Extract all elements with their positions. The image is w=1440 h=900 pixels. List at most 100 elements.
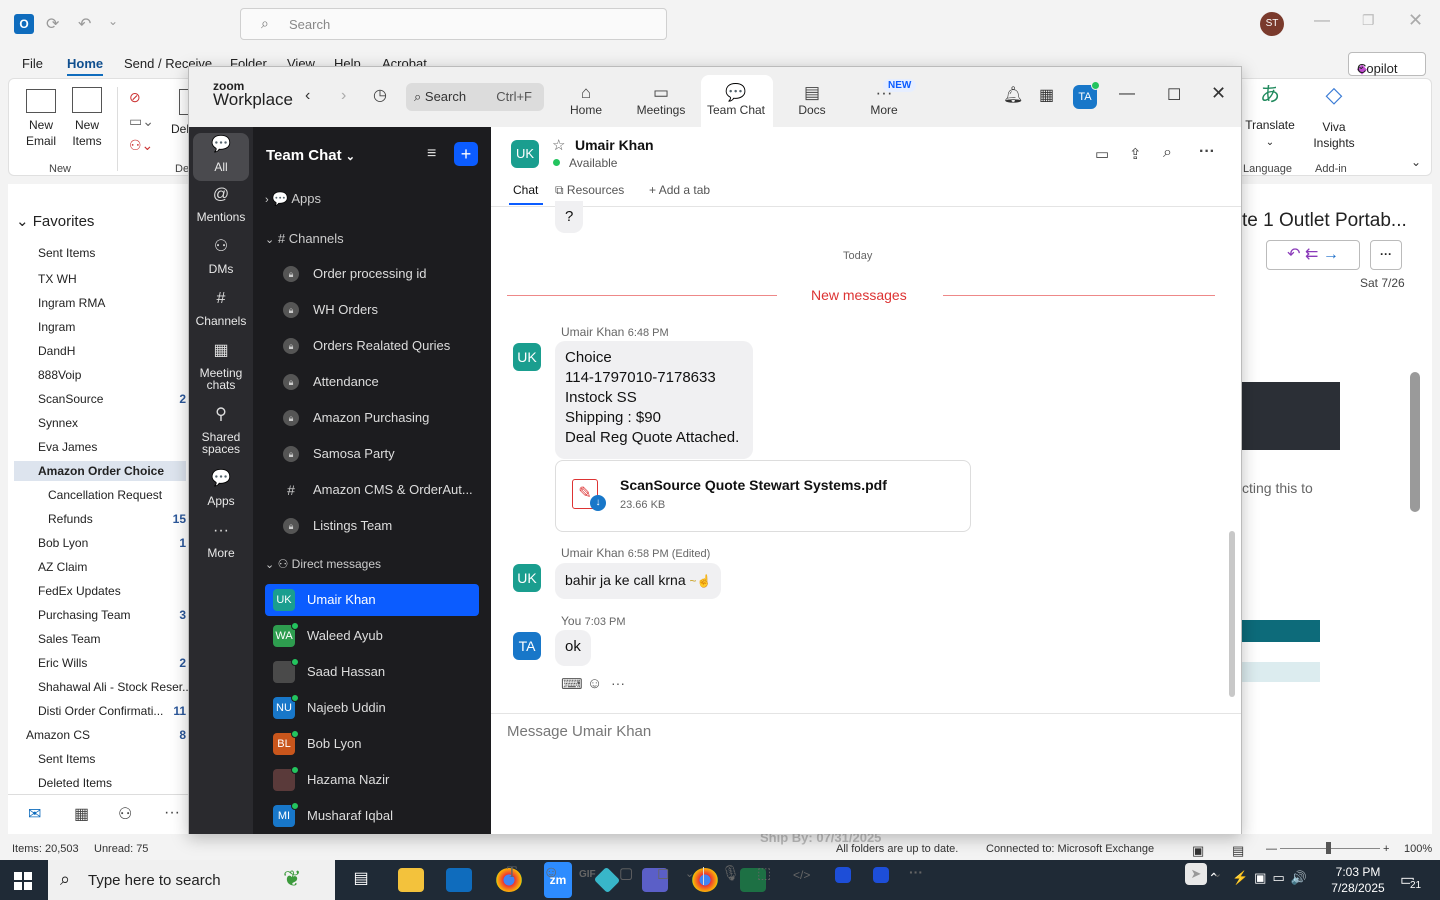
taskbar-clock[interactable]: 7:03 PM 7/28/2025 [1318, 864, 1398, 896]
new-email-button[interactable]: New Email [21, 89, 61, 149]
message-1-avatar[interactable]: UK [513, 343, 541, 371]
zoom-search-button[interactable]: ⌕ Search Ctrl+F [406, 83, 544, 111]
reading-scrollbar[interactable] [1410, 372, 1420, 512]
pdf-attachment-card[interactable]: ✎ ↓ ScanSource Quote Stewart Systems.pdf… [555, 460, 971, 532]
folder-item[interactable]: Disti Order Confirmati... [38, 704, 163, 718]
dm-item[interactable]: WA Waleed Ayub [265, 620, 479, 652]
nav-docs[interactable]: ▤ Docs [777, 83, 847, 117]
folder-item[interactable]: TX WH [38, 272, 77, 286]
search-icon[interactable]: ⌕ [1163, 144, 1172, 162]
taskbar-search-input[interactable]: ⌕ Type here to search ❦ [48, 860, 335, 900]
folder-item[interactable]: Refunds [48, 512, 93, 526]
zoom-in-icon[interactable]: + [1383, 843, 1389, 855]
channel-item[interactable]: 🔒︎ Listings Team [271, 510, 483, 542]
send-button[interactable]: ➤ [1185, 863, 1207, 885]
tab-chat[interactable]: Chat [513, 183, 538, 197]
channel-item[interactable]: 🔒︎ WH Orders [271, 294, 483, 326]
quick-access-chevron-icon[interactable]: ⌄ [108, 14, 118, 28]
folder-item[interactable]: Synnex [38, 416, 78, 430]
rail-channels[interactable]: # Channels [193, 291, 249, 328]
folder-item[interactable]: Sent Items [38, 752, 95, 766]
send-options-chevron-icon[interactable]: ⌄ [1213, 867, 1222, 880]
chrome-profile-icon[interactable] [692, 868, 718, 892]
task-view-icon[interactable]: ▤ [348, 868, 374, 892]
zoom-app-icon[interactable] [873, 867, 889, 883]
channels-section[interactable]: ⌄ # Channels [265, 231, 344, 246]
ribbon-collapse-icon[interactable]: ⌄ [1411, 155, 1421, 169]
more-nav-icon[interactable]: ··· [164, 804, 180, 822]
forward-arrow-icon[interactable]: › [341, 87, 346, 105]
nav-team-chat[interactable]: 💬 Team Chat [701, 83, 771, 117]
folder-item[interactable]: Bob Lyon [38, 536, 88, 550]
folder-item[interactable]: Amazon CS [26, 728, 90, 742]
close-icon[interactable]: ✕ [1408, 10, 1423, 31]
apps-section[interactable]: › 💬 Apps [265, 191, 321, 207]
message-2-avatar[interactable]: UK [513, 564, 541, 592]
message-input[interactable]: Message Umair Khan [491, 717, 1241, 805]
video-message-icon[interactable]: ⬚ [757, 864, 771, 882]
outlook-search-input[interactable]: ⌕ Search [240, 8, 667, 40]
zoom-out-icon[interactable]: — [1266, 843, 1277, 855]
folder-item[interactable]: DandH [38, 344, 75, 358]
favorites-header[interactable]: ⌄ Favorites [16, 212, 94, 230]
channel-item[interactable]: 🔒︎ Order processing id [271, 258, 483, 290]
channel-item[interactable]: 🔒︎ Orders Realated Quries [271, 330, 483, 362]
reading-view-icon[interactable]: ▤ [1232, 843, 1244, 859]
more-options-icon[interactable]: ··· [1199, 143, 1215, 161]
more-actions-button[interactable]: ··· [1370, 240, 1402, 270]
rail-mentions[interactable]: @ Mentions [193, 187, 249, 224]
dm-item[interactable]: BL Bob Lyon [265, 728, 479, 760]
people-nav-icon[interactable]: ⚇ [118, 804, 132, 824]
channel-item[interactable]: 🔒︎ Samosa Party [271, 438, 483, 470]
zoom-slider-thumb[interactable] [1326, 842, 1331, 854]
reply-button[interactable]: ↶ ⇇ → [1266, 240, 1360, 270]
microphone-icon[interactable]: 🎙︎ [721, 864, 740, 882]
rail-more[interactable]: ··· More [193, 523, 249, 560]
minimize-icon[interactable]: — [1314, 12, 1330, 30]
rail-dms[interactable]: ⚇ DMs [193, 239, 249, 276]
folder-item[interactable]: Sales Team [38, 632, 100, 646]
undo-icon[interactable]: ↶ [78, 14, 91, 34]
tab-add[interactable]: + Add a tab [649, 183, 710, 197]
folder-item[interactable]: Amazon Order Choice [14, 461, 186, 481]
emoji-picker-icon[interactable]: ☺ [543, 864, 559, 882]
folder-item[interactable]: Cancellation Request [48, 488, 162, 502]
contact-avatar[interactable]: UK [511, 140, 539, 168]
reply-thread-icon[interactable]: ⌨ [561, 675, 583, 693]
rail-shared-spaces[interactable]: ⚲ Shared spaces [193, 407, 249, 456]
compose-plus-button[interactable]: + [454, 142, 478, 166]
star-icon[interactable]: ☆ [552, 136, 565, 154]
file-icon[interactable]: ▢ [619, 864, 633, 882]
normal-view-icon[interactable]: ▣ [1192, 843, 1204, 859]
account-avatar[interactable]: ST [1260, 12, 1284, 36]
more-tools-icon[interactable]: ··· [909, 864, 923, 880]
file-explorer-icon[interactable] [398, 868, 424, 892]
code-snippet-icon[interactable]: </> [793, 868, 810, 882]
calendar-nav-icon[interactable]: ▦ [74, 804, 89, 824]
mail-nav-icon[interactable]: ✉ [28, 804, 41, 824]
folder-item[interactable]: AZ Claim [38, 560, 87, 574]
format-text-icon[interactable]: T [507, 864, 517, 882]
minimize-icon[interactable]: — [1119, 85, 1135, 103]
history-icon[interactable]: ◷ [373, 85, 387, 105]
message-more-icon[interactable]: ··· [611, 675, 625, 691]
translate-button[interactable]: あ Translate ⌄ [1245, 85, 1295, 151]
rail-all[interactable]: 💬 All [193, 137, 249, 174]
dm-item[interactable]: UK Umair Khan [265, 584, 479, 616]
folder-item[interactable]: Ingram [38, 320, 75, 334]
dm-item[interactable]: Hazama Nazir [265, 764, 479, 796]
sidebar-title[interactable]: Team Chat ⌄ [266, 147, 355, 164]
close-icon[interactable]: ✕ [1211, 83, 1226, 104]
folder-item[interactable]: FedEx Updates [38, 584, 121, 598]
channel-item[interactable]: 🔒︎ Amazon Purchasing [271, 402, 483, 434]
nav-meetings[interactable]: ▭ Meetings [626, 83, 696, 117]
folder-item[interactable]: Eric Wills [38, 656, 87, 670]
screenshot-chevron-icon[interactable]: ⌄ [685, 867, 694, 880]
restore-icon[interactable]: ❐ [1362, 12, 1375, 29]
junk-icon[interactable]: ⚇⌄ [129, 137, 153, 154]
folder-item[interactable]: Shahawal Ali - Stock Reser... [38, 680, 192, 694]
viva-insights-button[interactable]: ◇ Viva Insights [1309, 84, 1359, 151]
message-3-avatar[interactable]: TA [513, 632, 541, 660]
app-blue-icon[interactable] [835, 867, 851, 883]
new-items-button[interactable]: New Items [65, 87, 109, 149]
